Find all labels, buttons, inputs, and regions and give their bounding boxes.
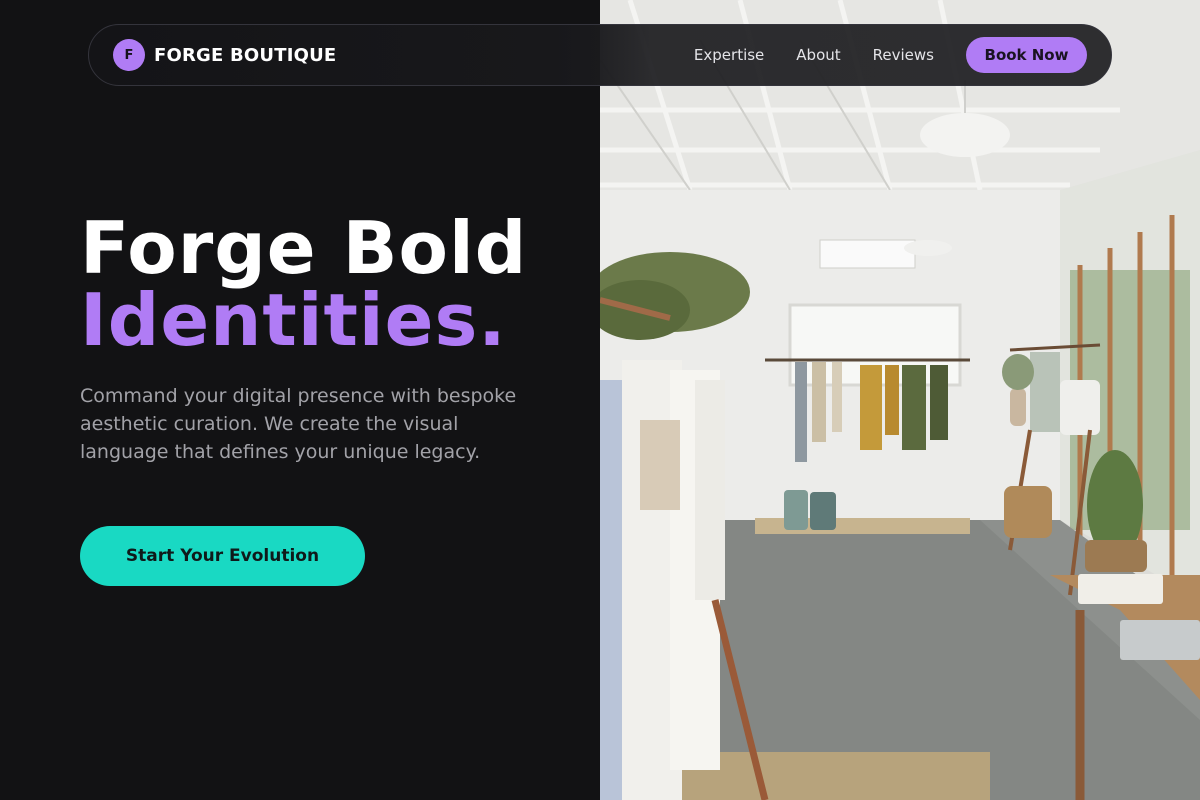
top-navbar: F FORGE BOUTIQUE Expertise About Reviews… (88, 24, 1112, 86)
start-evolution-button[interactable]: Start Your Evolution (80, 526, 365, 586)
hero-description: Command your digital presence with bespo… (80, 385, 517, 463)
book-now-button[interactable]: Book Now (966, 37, 1087, 73)
nav-link-reviews[interactable]: Reviews (873, 46, 934, 64)
brand-logo-icon[interactable]: F (113, 39, 145, 71)
nav-link-expertise[interactable]: Expertise (694, 46, 764, 64)
brand-name[interactable]: FORGE BOUTIQUE (154, 45, 336, 66)
hero-title: Forge Bold Identities. (80, 212, 527, 356)
boutique-interior-photo (600, 0, 1200, 800)
nav-link-about[interactable]: About (796, 46, 840, 64)
hero-title-line1: Forge Bold (80, 206, 528, 290)
hero-title-line2: Identities. (80, 278, 507, 362)
nav-links: Expertise About Reviews Book Now (694, 37, 1087, 73)
